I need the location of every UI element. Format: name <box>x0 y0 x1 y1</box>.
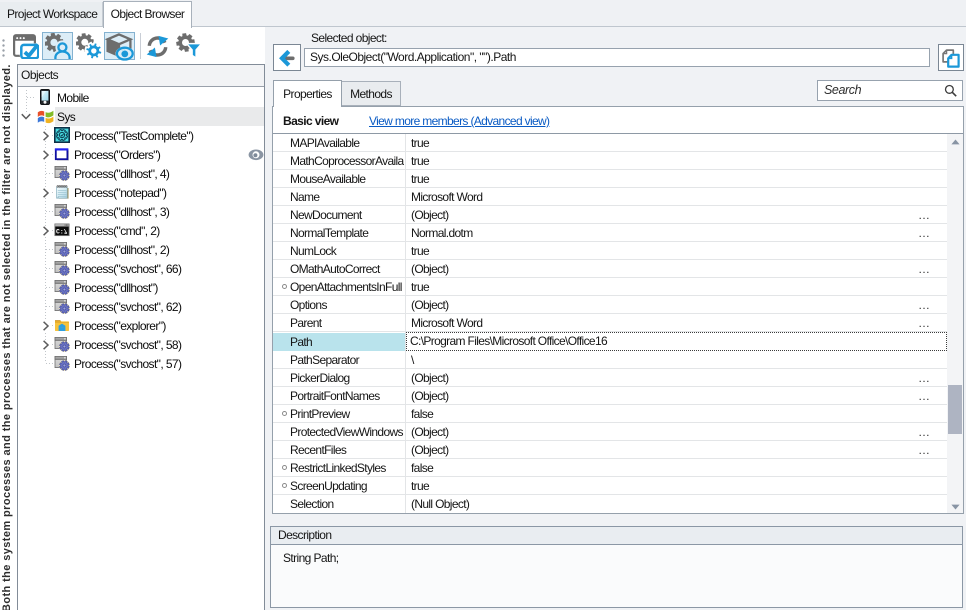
svg-text:C:\: C:\ <box>56 228 68 235</box>
